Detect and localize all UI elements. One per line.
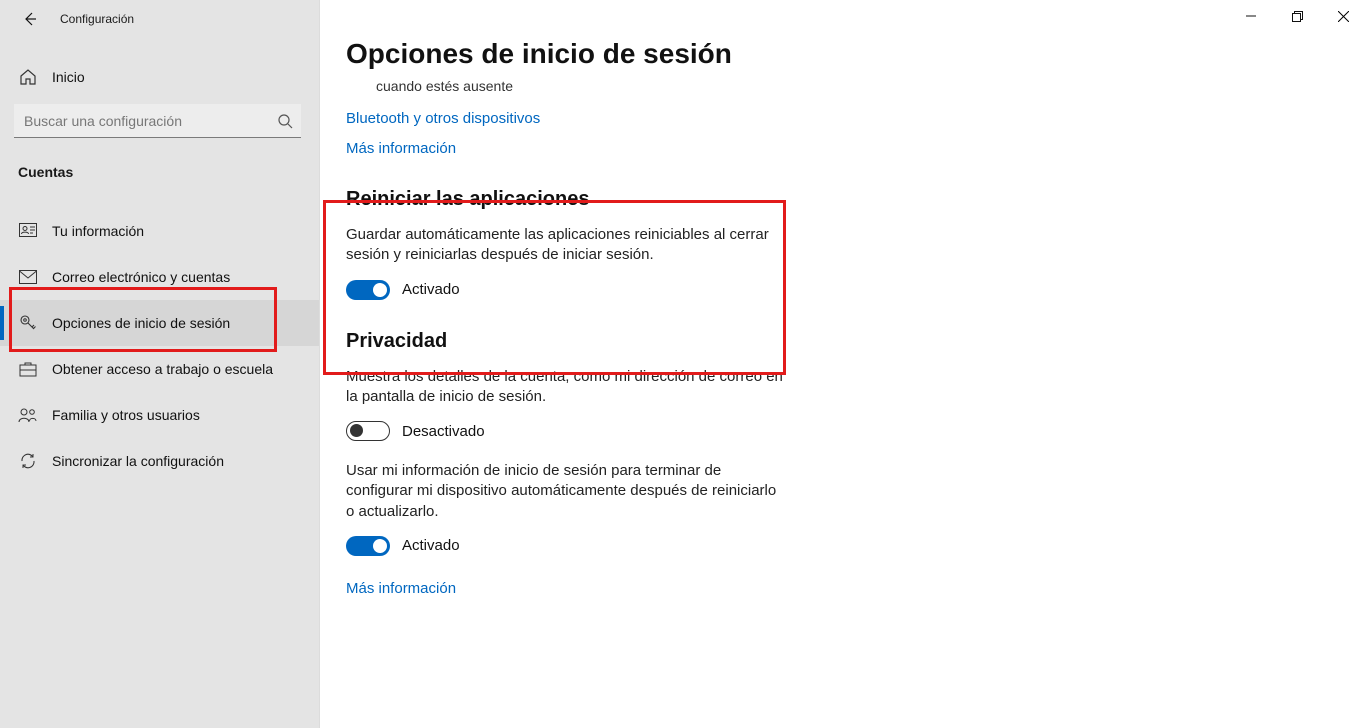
toggle-signin-label: Activado [402,537,460,554]
section-label: Cuentas [0,146,319,188]
back-button[interactable] [14,3,46,35]
mail-icon [18,270,38,284]
titlebar-left: Configuración [0,0,319,38]
nav-label: Sincronizar la configuración [52,453,224,469]
toggle-restart-label: Activado [402,281,460,298]
search-input[interactable] [14,104,301,138]
toggle-account-label: Desactivado [402,423,485,440]
sync-icon [18,452,38,470]
nav-label: Opciones de inicio de sesión [52,315,230,331]
app-title: Configuración [60,12,134,26]
search-icon [277,113,293,129]
section-restart-apps: Reiniciar las aplicaciones Guardar autom… [346,188,786,300]
toggle-use-signin-info[interactable] [346,536,390,556]
nav-label: Correo electrónico y cuentas [52,269,230,285]
search-container [0,96,319,146]
close-button[interactable] [1320,0,1366,32]
main-panel: Opciones de inicio de sesión cuando esté… [320,0,1366,728]
maximize-button[interactable] [1274,0,1320,32]
key-icon [18,314,38,332]
home-button[interactable]: Inicio [0,58,319,96]
nav-item-signin-options[interactable]: Opciones de inicio de sesión [0,300,319,346]
privacy-desc-1: Muestra los detalles de la cuenta, como … [346,367,786,408]
people-icon [18,407,38,423]
section-title-restart: Reiniciar las aplicaciones [346,188,786,211]
link-bluetooth-devices[interactable]: Bluetooth y otros dispositivos [346,110,540,127]
minimize-icon [1246,11,1256,21]
window-controls [320,0,1366,32]
home-label: Inicio [52,69,85,85]
nav-label: Obtener acceso a trabajo o escuela [52,361,273,377]
person-card-icon [18,223,38,239]
minimize-button[interactable] [1228,0,1274,32]
section-privacy: Privacidad Muestra los detalles de la cu… [346,330,786,598]
briefcase-icon [18,361,38,377]
privacy-desc-2: Usar mi información de inicio de sesión … [346,461,786,522]
nav-list: Tu información Correo electrónico y cuen… [0,208,319,484]
section-title-privacy: Privacidad [346,330,786,353]
close-icon [1338,11,1349,22]
link-more-info-privacy[interactable]: Más información [346,580,456,597]
toggle-restart-apps[interactable] [346,280,390,300]
page-title: Opciones de inicio de sesión [346,38,1366,70]
nav-label: Tu información [52,223,144,239]
toggle-show-account-details[interactable] [346,421,390,441]
nav-item-email-accounts[interactable]: Correo electrónico y cuentas [0,254,319,300]
maximize-icon [1292,11,1303,22]
home-icon [18,68,38,86]
arrow-left-icon [22,11,38,27]
truncated-text: cuando estés ausente [376,78,1366,94]
nav-item-work-school[interactable]: Obtener acceso a trabajo o escuela [0,346,319,392]
nav-item-sync[interactable]: Sincronizar la configuración [0,438,319,484]
content: Opciones de inicio de sesión cuando esté… [320,32,1366,598]
restart-description: Guardar automáticamente las aplicaciones… [346,225,786,266]
nav-item-your-info[interactable]: Tu información [0,208,319,254]
nav-item-family-users[interactable]: Familia y otros usuarios [0,392,319,438]
nav-label: Familia y otros usuarios [52,407,200,423]
sidebar: Configuración Inicio Cuentas Tu infor [0,0,320,728]
link-more-info-top[interactable]: Más información [346,140,456,157]
